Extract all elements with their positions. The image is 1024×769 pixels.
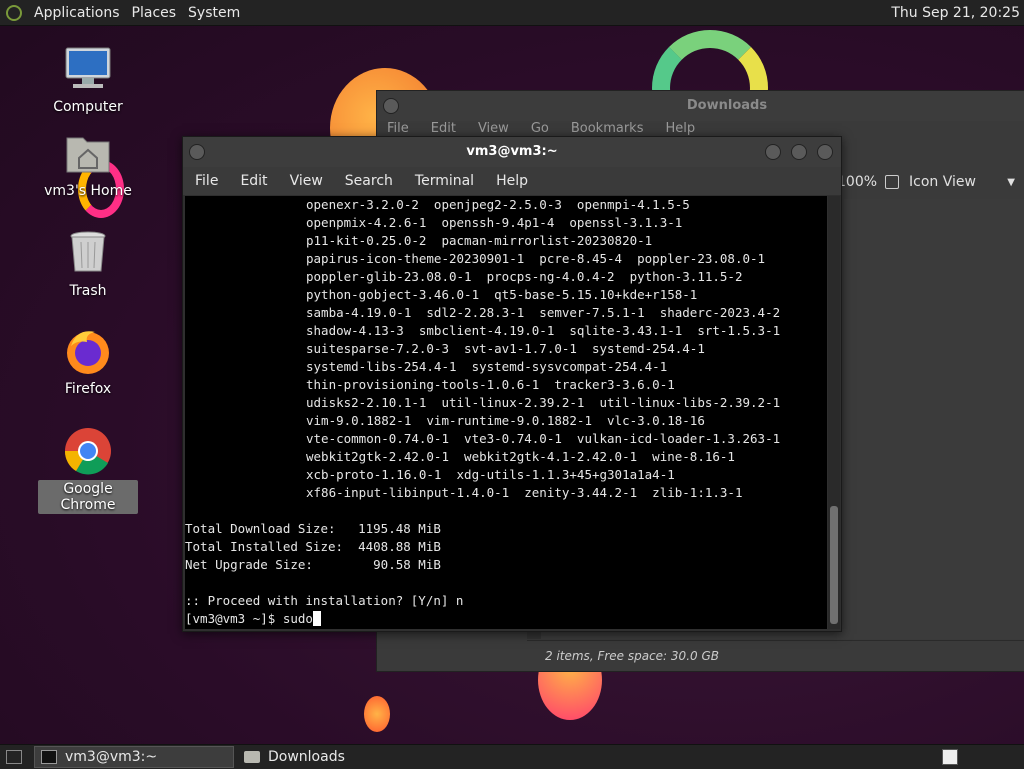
zoom-level[interactable]: 100% <box>837 174 877 190</box>
term-menu-file[interactable]: File <box>195 173 218 189</box>
folder-icon <box>244 751 260 763</box>
desktop-icon-computer[interactable]: Computer <box>38 44 138 116</box>
desktop-icon-label: Google Chrome <box>38 480 138 514</box>
workspace-switcher-icon[interactable] <box>942 749 958 765</box>
typed-command: sudo <box>282 611 313 626</box>
term-menu-terminal[interactable]: Terminal <box>415 173 474 189</box>
bottom-panel: vm3@vm3:~ Downloads <box>0 744 1024 769</box>
task-label: Downloads <box>268 749 345 765</box>
top-panel: Applications Places System Thu Sep 21, 2… <box>0 0 1024 26</box>
package-line: papirus-icon-theme-20230901-1 pcre-8.45-… <box>306 251 766 266</box>
home-folder-icon <box>63 128 113 178</box>
close-icon[interactable] <box>817 144 833 160</box>
menu-system[interactable]: System <box>188 5 240 21</box>
task-downloads[interactable]: Downloads <box>238 747 351 767</box>
trash-icon <box>63 228 113 278</box>
package-line: poppler-glib-23.08.0-1 procps-ng-4.0.4-2… <box>306 269 743 284</box>
show-desktop-icon[interactable] <box>6 750 22 764</box>
desktop-icon-label: Computer <box>53 99 123 115</box>
desktop-icon-trash[interactable]: Trash <box>38 228 138 300</box>
package-line: p11-kit-0.25.0-2 pacman-mirrorlist-20230… <box>306 233 653 248</box>
scrollbar-thumb[interactable] <box>830 506 838 624</box>
minimize-icon[interactable] <box>765 144 781 160</box>
status-bar: 2 items, Free space: 30.0 GB <box>527 640 1024 670</box>
terminal-scrollbar[interactable] <box>828 196 840 629</box>
desktop-icon-firefox[interactable]: Firefox <box>38 326 138 398</box>
term-menu-help[interactable]: Help <box>496 173 528 189</box>
terminal-titlebar[interactable]: vm3@vm3:~ <box>183 137 841 167</box>
menu-applications[interactable]: Applications <box>34 5 120 21</box>
computer-icon <box>63 44 113 94</box>
summary-line: Net Upgrade Size: 90.58 MiB <box>185 557 441 572</box>
summary-line: Total Installed Size: 4408.88 MiB <box>185 539 441 554</box>
clock[interactable]: Thu Sep 21, 20:25 <box>891 5 1020 21</box>
package-line: xf86-input-libinput-1.4.0-1 zenity-3.44.… <box>306 485 743 500</box>
maximize-icon[interactable] <box>791 144 807 160</box>
wallpaper-dot-bottom <box>364 696 390 732</box>
chevron-down-icon[interactable]: ▼ <box>1007 177 1015 188</box>
package-line: python-gobject-3.46.0-1 qt5-base-5.15.10… <box>306 287 698 302</box>
terminal-menubar: File Edit View Search Terminal Help <box>183 167 841 195</box>
file-manager-titlebar[interactable]: Downloads <box>377 91 1024 121</box>
view-mode-select[interactable]: Icon View <box>909 174 976 190</box>
summary-line: Total Download Size: 1195.48 MiB <box>185 521 441 536</box>
window-menu-icon[interactable] <box>189 144 205 160</box>
package-line: samba-4.19.0-1 sdl2-2.28.3-1 semver-7.5.… <box>306 305 781 320</box>
chrome-icon <box>63 426 113 476</box>
package-line: thin-provisioning-tools-1.0.6-1 tracker3… <box>306 377 675 392</box>
firefox-icon <box>63 326 113 376</box>
menu-places[interactable]: Places <box>132 5 177 21</box>
package-line: xcb-proto-1.16.0-1 xdg-utils-1.1.3+45+g3… <box>306 467 675 482</box>
task-label: vm3@vm3:~ <box>65 749 158 765</box>
window-title: Downloads <box>686 98 768 113</box>
package-line: openexr-3.2.0-2 openjpeg2-2.5.0-3 openmp… <box>306 197 690 212</box>
terminal-window[interactable]: vm3@vm3:~ File Edit View Search Terminal… <box>182 136 842 632</box>
desktop-icon-chrome[interactable]: Google Chrome <box>38 426 138 514</box>
package-line: shadow-4.13-3 smbclient-4.19.0-1 sqlite-… <box>306 323 781 338</box>
term-menu-view[interactable]: View <box>290 173 323 189</box>
package-line: udisks2-2.10.1-1 util-linux-2.39.2-1 uti… <box>306 395 781 410</box>
desktop-icon-label: Trash <box>69 283 107 299</box>
task-terminal[interactable]: vm3@vm3:~ <box>34 746 234 768</box>
command-line[interactable]: [vm3@vm3 ~]$ sudo <box>185 610 827 628</box>
package-line: systemd-libs-254.4-1 systemd-sysvcompat-… <box>306 359 668 374</box>
file-manager-toolbar: 100% Icon View ▼ <box>837 169 1024 195</box>
package-line: openpmix-4.2.6-1 openssh-9.4p1-4 openssl… <box>306 215 683 230</box>
term-menu-edit[interactable]: Edit <box>240 173 267 189</box>
package-line: suitesparse-7.2.0-3 svt-av1-1.7.0-1 syst… <box>306 341 705 356</box>
terminal-output[interactable]: openexr-3.2.0-2 openjpeg2-2.5.0-3 openmp… <box>185 196 827 629</box>
desktop-icon-home[interactable]: vm3's Home <box>38 128 138 200</box>
package-line: vte-common-0.74.0-1 vte3-0.74.0-1 vulkan… <box>306 431 781 446</box>
terminal-icon <box>41 750 57 764</box>
proceed-prompt-line: :: Proceed with installation? [Y/n] n <box>185 593 464 608</box>
package-line: vim-9.0.1882-1 vim-runtime-9.0.1882-1 vl… <box>306 413 705 428</box>
package-line: webkit2gtk-2.42.0-1 webkit2gtk-4.1-2.42.… <box>306 449 735 464</box>
distro-logo-icon[interactable] <box>6 4 22 21</box>
shell-prompt: [vm3@vm3 ~]$ <box>185 611 283 626</box>
desktop-icon-label: Firefox <box>64 381 112 397</box>
desktop-icon-label: vm3's Home <box>44 183 132 199</box>
text-cursor <box>312 611 321 626</box>
view-mode-icon <box>885 175 900 189</box>
term-menu-search[interactable]: Search <box>345 173 393 189</box>
window-title: vm3@vm3:~ <box>466 144 558 159</box>
window-menu-icon[interactable] <box>383 98 399 114</box>
